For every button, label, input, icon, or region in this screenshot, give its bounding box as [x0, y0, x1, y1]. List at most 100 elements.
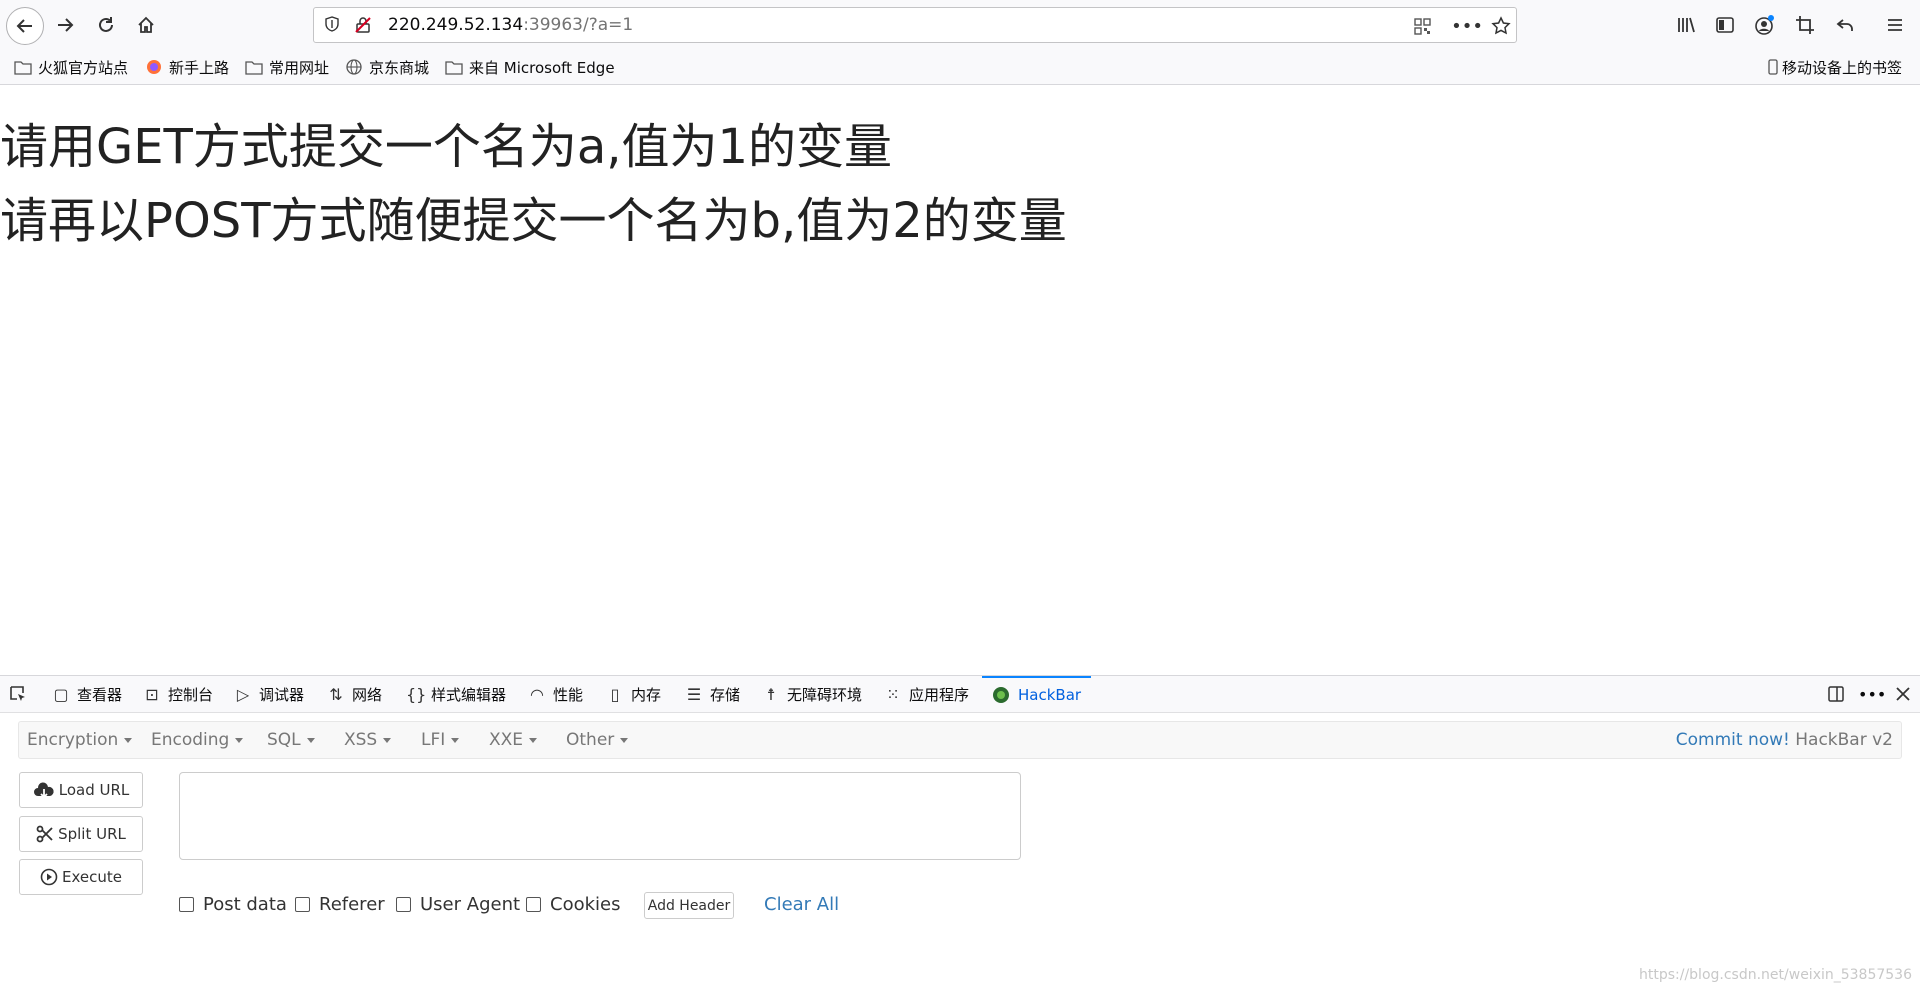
menu-other[interactable]: Other [566, 730, 629, 750]
button-label: Load URL [58, 781, 130, 799]
referer-checkbox[interactable]: Referer [295, 894, 385, 915]
url-bar[interactable]: 220.249.52.134:39963/?a=1 ••• [313, 7, 1517, 43]
library-icon [1678, 17, 1695, 33]
checkbox-box[interactable] [179, 897, 194, 912]
tab-inspector[interactable]: ▢ 查看器 [52, 676, 122, 712]
tab-label: 存储 [710, 685, 741, 704]
tab-label: 调试器 [259, 685, 305, 704]
cookies-checkbox[interactable]: Cookies [526, 894, 620, 915]
post-data-checkbox[interactable]: Post data [179, 894, 287, 915]
browser-toolbar: 220.249.52.134:39963/?a=1 ••• [0, 0, 1920, 50]
checkbox-label: Referer [319, 894, 385, 915]
bookmark-label: 常用网址 [269, 58, 330, 77]
tab-debugger[interactable]: ▷ 调试器 [234, 676, 304, 712]
menu-encoding[interactable]: Encoding [151, 730, 244, 750]
dock-icon [1828, 686, 1844, 702]
reload-button[interactable] [89, 8, 123, 42]
menu-lfi[interactable]: LFI [421, 730, 460, 750]
hamburger-icon [1888, 19, 1902, 31]
bookmark-item[interactable]: 京东商城 [345, 57, 429, 77]
button-label: Execute [62, 868, 122, 886]
bookmark-item[interactable]: 来自 Microsoft Edge [445, 57, 615, 77]
tab-application[interactable]: ⁙ 应用程序 [884, 676, 969, 712]
tab-hackbar[interactable]: HackBar [982, 676, 1092, 712]
tab-console[interactable]: ⊡ 控制台 [143, 676, 213, 712]
user-agent-checkbox[interactable]: User Agent [396, 894, 520, 915]
tab-memory[interactable]: ▯ 内存 [606, 676, 661, 712]
screenshot-button[interactable] [1790, 8, 1820, 42]
dock-side-button[interactable] [1826, 676, 1846, 712]
menu-xxe[interactable]: XXE [489, 730, 538, 750]
library-button[interactable] [1671, 8, 1701, 42]
globe-icon [346, 59, 362, 75]
more-icon: ••• [1451, 15, 1483, 37]
load-url-button[interactable]: Load URL [19, 772, 143, 808]
insecure-lock-icon[interactable] [354, 16, 372, 34]
devtools-options-button[interactable]: ••• [1858, 676, 1886, 712]
tab-label: 查看器 [77, 685, 123, 704]
performance-icon: ◠ [530, 684, 544, 704]
page-actions-button[interactable]: ••• [1451, 15, 1483, 37]
mobile-device-icon [1768, 59, 1778, 75]
reload-icon [99, 17, 113, 32]
account-button[interactable] [1750, 8, 1780, 42]
instruction-get: 请用GET方式提交一个名为a,值为1的变量 [0, 119, 893, 175]
inspector-icon: ▢ [53, 684, 69, 704]
tab-performance[interactable]: ◠ 性能 [528, 676, 583, 712]
element-picker-icon [10, 686, 25, 701]
version-label: HackBar v2 [1795, 730, 1893, 750]
forward-button[interactable] [48, 8, 82, 42]
menu-label: XXE [489, 730, 524, 750]
checkbox-label: User Agent [420, 894, 521, 915]
menu-encryption[interactable]: Encryption [27, 730, 133, 750]
hackbar-menu: Encryption Encoding SQL XSS LFI XXE Othe… [18, 721, 1902, 759]
checkbox-box[interactable] [396, 897, 411, 912]
element-picker-button[interactable] [8, 676, 28, 712]
menu-xss[interactable]: XSS [344, 730, 392, 750]
url-textarea[interactable] [179, 772, 1021, 860]
more-icon: ••• [1858, 684, 1887, 704]
url-text[interactable]: 220.249.52.134:39963/?a=1 [388, 15, 633, 35]
tab-accessibility[interactable]: ☨ 无障碍环境 [762, 676, 862, 712]
bookmark-label: 来自 Microsoft Edge [469, 58, 615, 77]
menu-label: XSS [344, 730, 378, 750]
bookmark-item[interactable]: 新手上路 [145, 57, 229, 77]
menu-sql[interactable]: SQL [267, 730, 315, 750]
bookmark-item[interactable]: 常用网址 [245, 57, 329, 77]
back-button[interactable] [6, 7, 44, 45]
mobile-bookmarks[interactable]: 移动设备上的书签 [1768, 57, 1902, 77]
sidebar-button[interactable] [1710, 8, 1740, 42]
close-devtools-button[interactable] [1895, 676, 1911, 712]
menu-label: Encryption [27, 730, 119, 750]
instruction-post: 请再以POST方式随便提交一个名为b,值为2的变量 [0, 193, 1067, 249]
checkbox-box[interactable] [295, 897, 310, 912]
menu-button[interactable] [1880, 8, 1910, 42]
bookmark-star-button[interactable] [1490, 16, 1512, 36]
scissors-icon [36, 825, 53, 843]
checkbox-box[interactable] [526, 897, 541, 912]
menu-label: Encoding [151, 730, 230, 750]
add-header-button[interactable]: Add Header [644, 892, 734, 919]
tab-storage[interactable]: ☰ 存储 [685, 676, 740, 712]
button-label: Split URL [58, 825, 126, 843]
bookmark-label: 新手上路 [169, 58, 230, 77]
split-url-button[interactable]: Split URL [19, 816, 143, 852]
undo-close-button[interactable] [1830, 8, 1860, 42]
clear-all-link[interactable]: Clear All [764, 894, 839, 915]
caret-down-icon [235, 737, 244, 743]
execute-button[interactable]: Execute [19, 859, 143, 895]
checkbox-label: Cookies [550, 894, 621, 915]
tab-style-editor[interactable]: {} 样式编辑器 [406, 676, 506, 712]
bookmark-item[interactable]: 火狐官方站点 [14, 57, 128, 77]
home-button[interactable] [129, 8, 163, 42]
url-host: 220.249.52.134 [388, 15, 524, 35]
shield-icon[interactable] [324, 16, 340, 32]
caret-down-icon [451, 737, 460, 743]
tab-network[interactable]: ⇅ 网络 [327, 676, 382, 712]
memory-icon: ▯ [610, 684, 620, 704]
play-circle-icon [40, 868, 58, 886]
qr-code-button[interactable] [1412, 16, 1432, 36]
style-editor-icon: {} [406, 684, 427, 704]
network-icon: ⇅ [329, 684, 343, 704]
commit-link[interactable]: Commit now! [1676, 730, 1790, 750]
